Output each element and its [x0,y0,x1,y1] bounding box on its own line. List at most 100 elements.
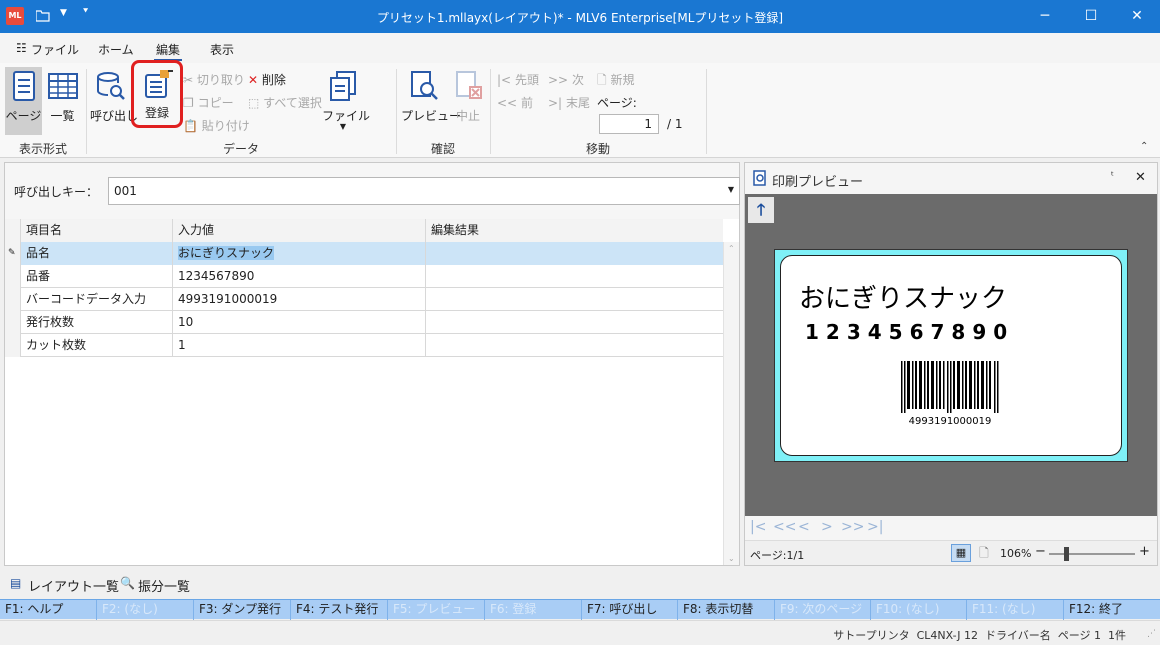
first-button[interactable]: |< 先頭 [497,71,539,88]
maximize-button[interactable]: ☐ [1068,0,1114,33]
fkey-f8[interactable]: F8: 表示切替 [678,600,775,620]
cut-button[interactable]: ✂ 切り取り [183,71,245,88]
fkey-f2[interactable]: F2: (なし) [97,600,194,620]
select-all-button[interactable]: ⬚ すべて選択 [248,94,322,111]
input-value-cell[interactable]: 4993191000019 [173,288,426,311]
arrow-up-icon[interactable]: 🡑 [748,197,774,223]
preview-button[interactable]: プレビュー [401,67,461,135]
register-button[interactable]: 登録 [131,60,183,128]
zoom-out-icon[interactable]: − [1035,544,1046,559]
prev-button[interactable]: << 前 [497,94,533,111]
edit-result-cell[interactable] [426,311,723,334]
multi-page-view-icon[interactable]: ▦ [951,544,971,562]
database-search-icon [97,72,125,100]
page-input[interactable]: 1 [599,114,659,134]
file-stack-icon [330,71,356,101]
table-row[interactable]: 発行枚数 10 [5,311,723,334]
cancel-icon [456,71,482,99]
delete-button[interactable]: ✕ 削除 [248,71,286,88]
next-button[interactable]: >> 次 [548,71,584,88]
edit-result-cell[interactable] [426,288,723,311]
last-page-icon[interactable]: >| [867,519,883,535]
item-name-cell[interactable]: 品番 [21,265,173,288]
edit-result-cell[interactable] [426,265,723,288]
prev-fast-icon[interactable]: << [773,519,796,535]
label-body: おにぎりスナック 1234567890 4993191000019 [780,255,1122,456]
file-button[interactable]: ファイル ▼ [322,67,370,135]
fkey-f3[interactable]: F3: ダンプ発行 [194,600,291,620]
minimize-button[interactable]: ─ [1022,0,1068,33]
first-icon: |< [497,73,512,87]
scroll-down-icon[interactable]: ⌄ [728,554,735,563]
table-row[interactable]: バーコードデータ入力 4993191000019 [5,288,723,311]
fkey-f11[interactable]: F11: (なし) [967,600,1064,620]
page-view-button[interactable]: ページ [5,67,42,135]
fkey-f10[interactable]: F10: (なし) [871,600,967,620]
next-fast-icon[interactable]: >> [841,519,864,535]
preview-icon [753,170,766,186]
fkey-f7[interactable]: F7: 呼び出し [582,600,678,620]
vertical-scrollbar[interactable]: ⌃ ⌄ [723,242,739,565]
data-panel: 呼び出しキー： 001 ▼ 項目名 入力値 編集結果 ✎ 品名 おにぎりスナック… [4,162,740,566]
call-key-combo[interactable]: 001 ▼ [108,177,740,205]
paste-icon: 📋 [183,119,198,133]
first-page-icon[interactable]: |< [750,519,766,535]
paste-button[interactable]: 📋 貼り付け [183,117,250,134]
list-view-label: 一覧 [50,109,75,123]
input-value-cell[interactable]: 1234567890 [173,265,426,288]
fkey-f1[interactable]: F1: ヘルプ [0,600,97,620]
pin-icon[interactable]: ᵗ [1111,171,1114,182]
menu-file[interactable]: ファイル [31,41,79,58]
close-button[interactable]: ✕ [1114,0,1160,33]
input-value-cell[interactable]: おにぎりスナック [173,242,426,265]
column-header-value[interactable]: 入力値 [173,219,426,242]
zoom-slider-thumb[interactable] [1064,547,1069,561]
list-view-button[interactable]: 一覧 [44,67,81,135]
edit-result-cell[interactable] [426,334,723,357]
bottom-tabs: ▤ レイアウト一覧 🔍 振分一覧 [0,570,1160,598]
copy-button[interactable]: ❐ コピー [183,94,234,111]
close-icon[interactable]: ✕ [1135,170,1146,185]
zoom-in-icon[interactable]: + [1139,544,1150,559]
column-header-result[interactable]: 編集結果 [426,219,723,242]
fkey-f6[interactable]: F6: 登録 [485,600,582,620]
title-bar: ML ▼ ⯆ プリセット1.mllayx(レイアウト)* - MLV6 Ente… [0,0,1160,33]
cancel-button[interactable]: 中止 [448,67,488,135]
fkey-f9[interactable]: F9: 次のページ [775,600,871,620]
fkey-f4[interactable]: F4: テスト発行 [291,600,388,620]
item-name-cell[interactable]: カット枚数 [21,334,173,357]
single-page-view-icon[interactable]: 🗋 [975,544,993,562]
collapse-ribbon-icon[interactable]: ⌃ [1140,141,1148,152]
ribbon: ページ 一覧 表示形式 呼び出し 登録 ✂ 切り取り ❐ コピー 📋 貼り付け … [0,60,1160,158]
input-value-cell[interactable]: 1 [173,334,426,357]
table-row[interactable]: カット枚数 1 [5,334,723,357]
fkey-f12[interactable]: F12: 終了 [1064,600,1160,620]
select-all-icon: ⬚ [248,96,260,110]
menu-view[interactable]: 表示 [210,41,234,58]
menu-home[interactable]: ホーム [98,41,134,58]
call-button[interactable]: 呼び出し [90,67,138,135]
fkey-f5[interactable]: F5: プレビュー [388,600,485,620]
input-value-cell[interactable]: 10 [173,311,426,334]
last-button[interactable]: >| 末尾 [548,94,590,111]
ribbon-separator [706,69,707,154]
item-name-cell[interactable]: 品名 [21,242,173,265]
item-name-cell[interactable]: バーコードデータ入力 [21,288,173,311]
scroll-up-icon[interactable]: ⌃ [728,244,735,253]
zoom-slider[interactable] [1049,553,1135,555]
column-header-name[interactable]: 項目名 [21,219,173,242]
distribute-list-tab[interactable]: 振分一覧 [138,576,190,595]
chevron-down-icon[interactable]: ▼ [728,185,734,194]
edit-result-cell[interactable] [426,242,723,265]
layout-list-tab[interactable]: レイアウト一覧 [28,576,119,595]
prev-page-icon[interactable]: < [798,519,810,535]
function-key-bar: F1: ヘルプ F2: (なし) F3: ダンプ発行 F4: テスト発行 F5:… [0,599,1160,620]
item-name-cell[interactable]: 発行枚数 [21,311,173,334]
next-page-icon[interactable]: > [821,519,833,535]
menu-edit[interactable]: 編集 [156,41,180,58]
table-row[interactable]: 品番 1234567890 [5,265,723,288]
resize-grip-icon[interactable]: ⋰ [1147,629,1156,639]
new-button[interactable]: 🗋 新規 [597,71,635,92]
group-label-data: データ [222,142,259,156]
table-row[interactable]: ✎ 品名 おにぎりスナック [5,242,723,265]
